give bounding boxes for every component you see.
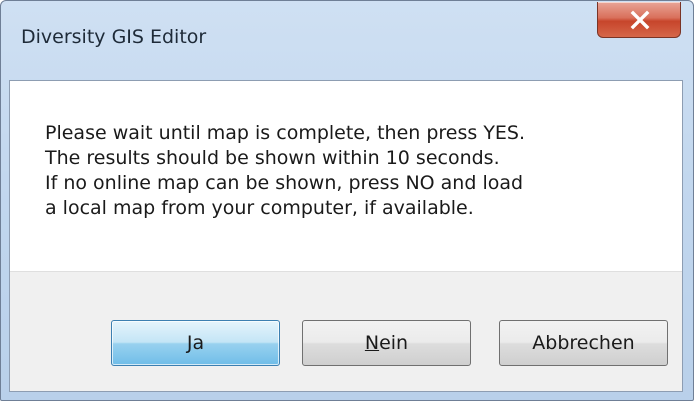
close-button[interactable] [597, 2, 681, 38]
message-line: The results should be shown within 10 se… [45, 147, 500, 169]
message-line: a local map from your computer, if avail… [45, 197, 474, 219]
dialog-window: Diversity GIS Editor Please wait until m… [0, 0, 694, 401]
close-icon [630, 10, 650, 30]
no-button-label-rest: ein [379, 332, 409, 354]
message-line: If no online map can be shown, press NO … [45, 172, 524, 194]
yes-button[interactable]: Ja [111, 320, 280, 366]
cancel-button[interactable]: Abbrechen [499, 320, 668, 366]
no-button-mnemonic: N [364, 332, 380, 354]
message-text: Please wait until map is complete, then … [45, 121, 665, 221]
title-bar[interactable]: Diversity GIS Editor [1, 1, 693, 79]
button-area: Ja Nein Abbrechen [10, 271, 682, 391]
no-button[interactable]: Nein [302, 320, 471, 366]
dialog-content: Please wait until map is complete, then … [9, 80, 683, 392]
message-line: Please wait until map is complete, then … [45, 122, 526, 144]
window-title: Diversity GIS Editor [21, 26, 207, 48]
